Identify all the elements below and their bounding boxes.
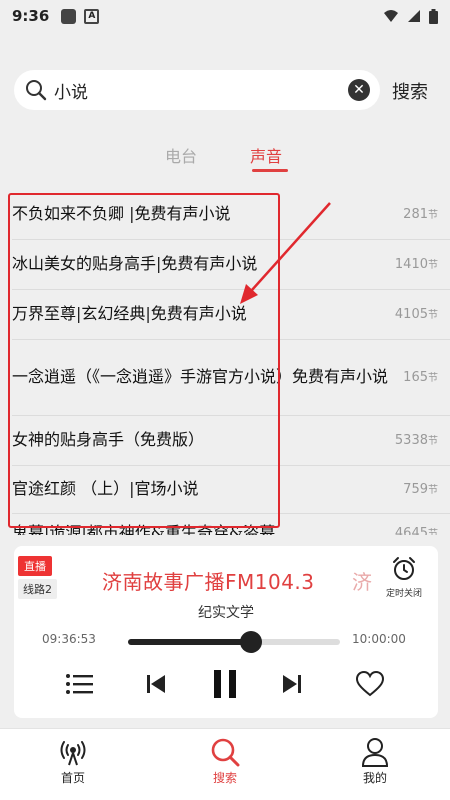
total-time: 10:00:00: [352, 632, 406, 646]
item-count: 281节: [403, 207, 438, 222]
list-icon: [66, 674, 93, 694]
item-count: 5338节: [394, 433, 438, 448]
results-list: 不负如来不负卿 |免费有声小说 281节 冰山美女的贴身高手|免费有声小说 14…: [0, 190, 450, 535]
result-tabs: 电台 声音: [0, 143, 450, 177]
program-category: 纪实文学: [198, 605, 254, 621]
battery-icon: [429, 8, 438, 24]
nav-search-label: 搜索: [212, 771, 237, 785]
nav-profile-label: 我的: [362, 771, 387, 785]
item-title: 鬼墓|诡源|都市神作&重生奇穿&盗墓: [12, 523, 276, 535]
status-time: 9:36: [12, 7, 50, 25]
notification-square-icon: [61, 8, 77, 24]
sleep-timer-label: 定时关闭: [385, 589, 422, 599]
nav-profile[interactable]: 我的: [340, 737, 410, 786]
status-bar: 9:36 A: [0, 0, 450, 32]
wifi-icon: [384, 10, 398, 22]
item-title: 一念逍遥（《一念逍遥》手游官方小说）免费有声小说: [12, 367, 389, 386]
active-tab-indicator: [252, 169, 288, 172]
progress-slider[interactable]: [128, 631, 340, 653]
radio-broadcast-icon: [60, 741, 86, 766]
skip-previous-icon: [147, 675, 165, 693]
user-icon: [361, 738, 389, 767]
item-count: 4105节: [394, 307, 438, 322]
search-bar: ✕: [14, 70, 380, 110]
bottom-nav: 首页 搜索 我的: [0, 728, 450, 800]
notification-a-icon: A: [84, 8, 100, 24]
search-icon: [26, 80, 47, 101]
live-badge: 直播: [18, 556, 52, 576]
sleep-timer-button[interactable]: 定时关闭: [376, 556, 432, 599]
clear-search-button[interactable]: ✕: [348, 79, 370, 101]
list-item[interactable]: 一念逍遥（《一念逍遥》手游官方小说）免费有声小说 165节: [0, 340, 450, 414]
station-title: 济南故事广播FM104.3: [102, 570, 315, 594]
playlist-button[interactable]: [62, 666, 98, 702]
item-title: 不负如来不负卿 |免费有声小说: [12, 204, 231, 223]
tab-voice[interactable]: 声音: [250, 143, 282, 167]
progress-thumb[interactable]: [239, 631, 262, 653]
divider: [12, 513, 450, 514]
status-icons: [383, 8, 438, 24]
list-item[interactable]: 万界至尊|玄幻经典|免费有声小说 4105节: [0, 290, 450, 338]
nav-home-label: 首页: [60, 771, 85, 785]
station-title-marquee: 济: [352, 570, 372, 594]
close-icon: ✕: [353, 82, 365, 98]
list-item[interactable]: 冰山美女的贴身高手|免费有声小说 1410节: [0, 240, 450, 288]
item-title: 女神的贴身高手（免费版）: [12, 430, 205, 449]
alarm-clock-icon: [393, 557, 415, 580]
item-title: 冰山美女的贴身高手|免费有声小说: [12, 254, 258, 273]
heart-icon: [356, 671, 384, 697]
progress-fill: [128, 639, 251, 645]
list-item[interactable]: 女神的贴身高手（免费版） 5338节: [0, 416, 450, 464]
previous-button[interactable]: [138, 666, 174, 702]
item-count: 4645节: [394, 526, 438, 535]
item-count: 1410节: [394, 257, 438, 272]
favorite-button[interactable]: [352, 666, 388, 702]
pause-icon: [214, 670, 236, 698]
skip-next-icon: [283, 675, 301, 693]
play-pause-button[interactable]: [207, 666, 243, 702]
signal-icon: [408, 10, 420, 22]
line-selector[interactable]: 线路2: [18, 579, 57, 599]
search-button[interactable]: 搜索: [392, 78, 428, 104]
item-title: 官途红颜 （上）|官场小说: [12, 479, 199, 498]
current-time: 09:36:53: [42, 632, 96, 646]
nav-search[interactable]: 搜索: [190, 737, 260, 786]
search-icon: [211, 738, 240, 767]
list-item[interactable]: 不负如来不负卿 |免费有声小说 281节: [0, 190, 450, 238]
item-count: 165节: [403, 370, 438, 385]
tab-radio[interactable]: 电台: [165, 143, 197, 167]
next-button[interactable]: [274, 666, 310, 702]
mini-player: 直播 线路2 济南故事广播FM104.3 济 定时关闭 纪实文学 09:36:5…: [14, 546, 438, 718]
search-input[interactable]: [54, 80, 348, 100]
item-title: 万界至尊|玄幻经典|免费有声小说: [12, 304, 247, 323]
list-item[interactable]: 鬼墓|诡源|都市神作&重生奇穿&盗墓 4645节: [0, 518, 450, 535]
nav-home[interactable]: 首页: [38, 737, 108, 786]
item-count: 759节: [403, 482, 438, 497]
list-item[interactable]: 官途红颜 （上）|官场小说 759节: [0, 466, 450, 512]
